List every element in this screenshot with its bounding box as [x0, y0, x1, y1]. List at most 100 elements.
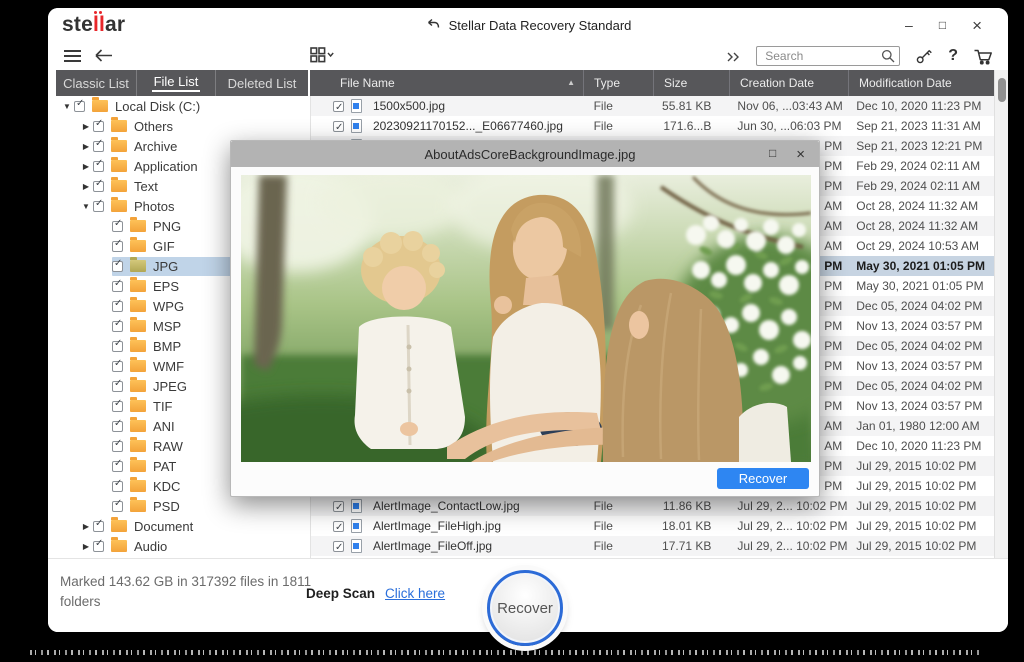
tree-item-label: ANI — [153, 418, 175, 434]
tree-expander-icon[interactable]: ▶ — [79, 522, 93, 531]
view-tabs: Classic List File List Deleted List — [56, 70, 308, 96]
checkbox[interactable] — [112, 338, 123, 352]
checkbox[interactable] — [93, 538, 104, 552]
checkbox[interactable] — [112, 378, 123, 392]
checkbox[interactable] — [112, 398, 123, 412]
column-header-type[interactable]: Type — [583, 70, 653, 96]
checkbox[interactable] — [93, 178, 104, 192]
file-name-cell: AlertImage_ContactLow.jpg — [372, 499, 520, 513]
tree-item-body[interactable]: Others — [93, 117, 308, 136]
column-header-file-name[interactable]: File Name ▲ — [310, 70, 583, 96]
cart-icon[interactable] — [973, 48, 994, 65]
checkbox[interactable] — [93, 138, 104, 152]
marked-summary-text: Marked 143.62 GB in 317392 files in 1811… — [60, 574, 312, 610]
table-scrollbar[interactable] — [994, 70, 1008, 558]
tree-expander-icon[interactable]: ▶ — [79, 542, 93, 551]
tree-item-body[interactable]: Local Disk (C:) — [74, 97, 308, 116]
close-button[interactable]: × — [972, 17, 982, 34]
tab-deleted-list[interactable]: Deleted List — [216, 70, 308, 96]
image-file-icon — [350, 99, 362, 113]
checkbox[interactable] — [112, 318, 123, 332]
tree-item-psd[interactable]: PSD — [56, 496, 308, 516]
tree-expander-icon[interactable]: ▶ — [79, 162, 93, 171]
checkbox[interactable] — [112, 258, 123, 272]
checkbox[interactable] — [112, 498, 123, 512]
tree-expander-icon[interactable]: ▶ — [79, 182, 93, 191]
preview-maximize-button[interactable]: □ — [769, 146, 776, 163]
tree-item-audio[interactable]: ▶ Audio — [56, 536, 308, 556]
expand-toolbar-icon[interactable] — [726, 50, 741, 64]
table-row[interactable]: AlertImage_ContactLow.jpg File 11.86 KB Jul… — [311, 496, 994, 516]
tab-file-list[interactable]: File List — [137, 70, 216, 96]
tree-expander-icon[interactable]: ▶ — [79, 122, 93, 131]
checkbox[interactable] — [93, 158, 104, 172]
tree-item-local-disk-c-[interactable]: ▼ Local Disk (C:) — [56, 96, 308, 116]
column-header-modification-date[interactable]: Modification Date — [848, 70, 994, 96]
file-size-cell: 11.86 KB — [662, 499, 712, 513]
menu-icon[interactable] — [64, 50, 81, 65]
minimize-button[interactable]: – — [905, 18, 913, 32]
recover-button[interactable]: Recover — [487, 570, 563, 646]
maximize-button[interactable]: □ — [939, 19, 946, 31]
modification-date-cell: Dec 05, 2024 04:02 PM — [856, 299, 983, 313]
checkbox[interactable] — [112, 438, 123, 452]
modification-date-cell: Jul 29, 2015 10:02 PM — [856, 459, 977, 473]
creation-date-cell: Jul 29, 2... 10:02 PM — [737, 519, 848, 533]
folder-icon — [130, 457, 146, 472]
help-icon[interactable]: ? — [948, 47, 958, 65]
checkbox[interactable] — [333, 98, 344, 116]
tree-expander-icon[interactable]: ▼ — [79, 202, 93, 211]
column-header-creation-date[interactable]: Creation Date — [729, 70, 848, 96]
checkbox[interactable] — [112, 358, 123, 372]
image-file-icon — [350, 119, 362, 133]
preview-recover-button[interactable]: Recover — [717, 468, 809, 489]
checkbox[interactable] — [112, 298, 123, 312]
checkbox[interactable] — [112, 278, 123, 292]
table-row[interactable]: AlertImage_FileHigh.jpg File 18.01 KB Jul 2… — [311, 516, 994, 536]
tree-item-body[interactable]: Audio — [93, 537, 308, 556]
modification-date-cell: Dec 10, 2020 11:23 PM — [856, 439, 982, 453]
table-scrollbar-thumb[interactable] — [998, 78, 1006, 102]
folder-icon — [130, 437, 146, 452]
checkbox[interactable] — [112, 238, 123, 252]
folder-icon — [130, 277, 146, 292]
tree-expander-icon[interactable]: ▶ — [79, 142, 93, 151]
back-arrow-icon[interactable] — [94, 48, 114, 63]
column-header-size[interactable]: Size — [653, 70, 729, 96]
tree-item-label: Local Disk (C:) — [115, 98, 201, 114]
checkbox[interactable] — [112, 418, 123, 432]
file-name-cell: 1500x500.jpg — [372, 99, 446, 113]
checkbox[interactable] — [74, 98, 85, 112]
modification-date-cell: Dec 05, 2024 04:02 PM — [856, 379, 983, 393]
activation-key-icon[interactable] — [915, 47, 933, 65]
checkbox[interactable] — [333, 538, 344, 556]
tree-item-body[interactable]: PSD — [112, 497, 308, 516]
tree-item-others[interactable]: ▶ Others — [56, 116, 308, 136]
deep-scan-link[interactable]: Click here — [385, 586, 445, 601]
checkbox[interactable] — [112, 478, 123, 492]
tree-item-body[interactable]: Document — [93, 517, 308, 536]
checkbox[interactable] — [93, 198, 104, 212]
checkbox[interactable] — [93, 518, 104, 532]
search-input[interactable] — [756, 46, 901, 66]
view-layout-icon[interactable] — [310, 47, 335, 63]
preview-title-bar[interactable]: AboutAdsCoreBackgroundImage.jpg □ × — [231, 141, 819, 167]
table-row[interactable]: 20230921170152..._E06677460.jpg File 171.6… — [311, 116, 994, 136]
tree-expander-icon[interactable]: ▼ — [60, 102, 74, 111]
checkbox[interactable] — [112, 218, 123, 232]
checkbox[interactable] — [333, 498, 344, 516]
checkbox[interactable] — [93, 118, 104, 132]
checkbox[interactable] — [112, 458, 123, 472]
modification-date-cell: Jul 29, 2015 10:02 PM — [856, 499, 977, 513]
tree-item-document[interactable]: ▶ Document — [56, 516, 308, 536]
tree-item-label: Audio — [134, 538, 168, 554]
table-row[interactable]: 1500x500.jpg File 55.81 KB Nov 06, ...03:43… — [311, 96, 994, 116]
folder-icon — [130, 297, 146, 312]
checkbox[interactable] — [333, 118, 344, 136]
table-row[interactable]: AlertImage_FileOff.jpg File 17.71 KB Jul 29… — [311, 536, 994, 556]
folder-icon — [111, 157, 127, 172]
tab-classic-list[interactable]: Classic List — [56, 70, 137, 96]
checkbox[interactable] — [333, 518, 344, 536]
preview-close-button[interactable]: × — [796, 146, 805, 163]
file-size-cell: 18.01 KB — [662, 519, 712, 533]
